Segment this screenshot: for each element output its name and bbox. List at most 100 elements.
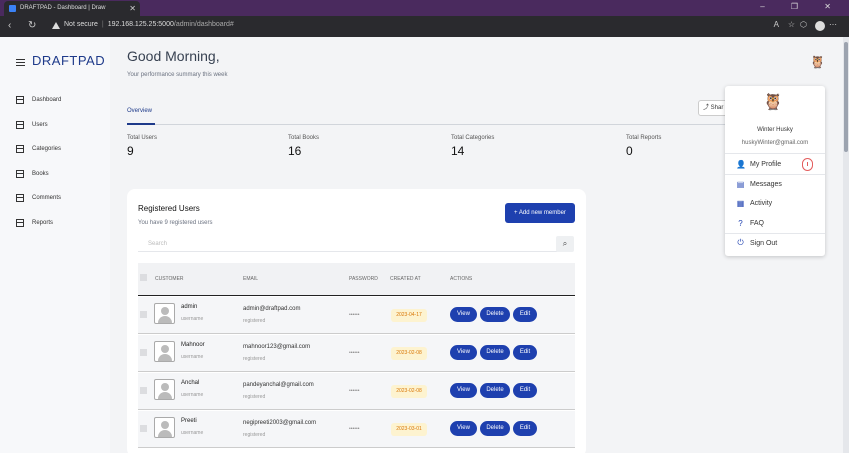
delete-button[interactable]: Delete bbox=[480, 345, 510, 360]
table-row: Preeti username negipreeti2003@gmail.com… bbox=[138, 411, 575, 448]
menu-item-my-profile[interactable]: 👤 My Profile bbox=[736, 158, 781, 170]
read-aloud-icon[interactable]: A bbox=[774, 20, 789, 29]
back-icon[interactable]: ‹ bbox=[8, 20, 11, 31]
sidebar-item-label: Comments bbox=[32, 195, 62, 201]
reports-icon bbox=[16, 219, 24, 227]
owl-avatar-icon: 🦉 bbox=[763, 94, 783, 111]
share-label: Shar bbox=[710, 105, 724, 111]
menu-item-faq[interactable]: ? FAQ bbox=[736, 217, 764, 229]
column-header: CREATED AT bbox=[390, 276, 421, 282]
divider bbox=[725, 174, 825, 175]
menu-item-label: Sign Out bbox=[750, 239, 778, 247]
sidebar-item-books[interactable]: Books bbox=[16, 168, 49, 180]
row-name: Preeti bbox=[181, 418, 197, 424]
edit-button[interactable]: Edit bbox=[513, 307, 537, 322]
dashboard-icon bbox=[16, 96, 24, 104]
sidebar-item-reports[interactable]: Reports bbox=[16, 217, 53, 229]
delete-button[interactable]: Delete bbox=[480, 383, 510, 398]
brand-logo[interactable]: DRAFTPAD bbox=[32, 53, 105, 68]
sidebar-item-dashboard[interactable]: Dashboard bbox=[16, 94, 61, 106]
table-row: Mahnoor username mahnoor123@gmail.com re… bbox=[138, 335, 575, 372]
message-icon: ▤ bbox=[736, 179, 745, 189]
row-password: •••••• bbox=[349, 350, 360, 356]
card-subtitle: You have 9 registered users bbox=[138, 220, 213, 226]
select-all-checkbox[interactable] bbox=[140, 274, 147, 281]
tab-overview[interactable]: Overview bbox=[127, 108, 152, 114]
stat-label: Total Categories bbox=[451, 135, 495, 141]
row-password: •••••• bbox=[349, 312, 360, 318]
browser-profile-icon[interactable] bbox=[815, 21, 825, 31]
menu-item-sign-out[interactable]: ⏻ Sign Out bbox=[736, 237, 777, 249]
row-username: username bbox=[181, 354, 204, 360]
row-checkbox[interactable] bbox=[140, 349, 147, 356]
stat-total-reports: Total Reports 0 bbox=[626, 135, 661, 158]
cursor-icon bbox=[802, 158, 813, 171]
row-status: registered bbox=[243, 318, 266, 324]
power-icon: ⏻ bbox=[737, 238, 744, 247]
favicon-icon bbox=[9, 5, 16, 12]
row-status: registered bbox=[243, 356, 266, 362]
url-field[interactable]: Not secure | 192.168.125.25:5000/admin/das… bbox=[64, 21, 234, 28]
add-member-button[interactable]: + Add new member bbox=[505, 203, 575, 223]
sidebar-item-label: Books bbox=[32, 171, 49, 177]
sidebar-item-comments[interactable]: Comments bbox=[16, 192, 61, 204]
row-checkbox[interactable] bbox=[140, 425, 147, 432]
browser-tab-bar: DRAFTPAD - Dashboard | Draw ✕ – ❐ ✕ bbox=[0, 0, 849, 16]
date-badge: 2023-03-01 bbox=[391, 423, 427, 436]
user-avatar-icon[interactable]: 🦉 bbox=[810, 55, 825, 69]
search-input[interactable]: Search bbox=[138, 236, 564, 252]
books-icon bbox=[16, 170, 24, 178]
comments-icon bbox=[16, 194, 24, 202]
row-username: username bbox=[181, 392, 204, 398]
delete-button[interactable]: Delete bbox=[480, 307, 510, 322]
tab-active-indicator bbox=[127, 123, 155, 125]
edit-button[interactable]: Edit bbox=[513, 421, 537, 436]
row-checkbox[interactable] bbox=[140, 311, 147, 318]
more-icon[interactable]: ⋯ bbox=[829, 20, 847, 29]
window-controls[interactable]: – ❐ ✕ bbox=[760, 2, 843, 11]
view-button[interactable]: View bbox=[450, 421, 477, 436]
search-icon[interactable]: ⌕ bbox=[556, 236, 574, 252]
scrollbar-thumb[interactable] bbox=[844, 42, 848, 152]
tab-divider bbox=[127, 124, 739, 125]
menu-item-messages[interactable]: ▤ Messages bbox=[736, 178, 782, 190]
card-title: Registered Users bbox=[138, 204, 200, 213]
delete-button[interactable]: Delete bbox=[480, 421, 510, 436]
stat-value: 16 bbox=[288, 144, 302, 158]
help-icon: ? bbox=[738, 218, 743, 228]
menu-item-label: Messages bbox=[750, 180, 782, 188]
browser-tab[interactable]: DRAFTPAD - Dashboard | Draw ✕ bbox=[4, 1, 140, 16]
sidebar-item-users[interactable]: Users bbox=[16, 119, 48, 131]
registered-users-card: Registered Users You have 9 registered u… bbox=[127, 189, 586, 453]
profile-email: huskyWinter@gmail.com bbox=[741, 140, 809, 146]
sidebar-item-label: Reports bbox=[32, 220, 54, 226]
column-header: EMAIL bbox=[243, 276, 259, 282]
divider bbox=[725, 233, 825, 234]
table-row: admin username admin@draftpad.com regist… bbox=[138, 297, 575, 334]
close-tab-icon[interactable]: ✕ bbox=[129, 1, 136, 16]
categories-icon bbox=[16, 145, 24, 153]
sidebar-item-categories[interactable]: Categories bbox=[16, 143, 61, 155]
address-bar: ‹ ↻ Not secure | 192.168.125.25:5000/admin… bbox=[0, 16, 849, 37]
row-name: Anchal bbox=[181, 380, 200, 386]
menu-item-activity[interactable]: ▦ Activity bbox=[736, 197, 772, 209]
user-icon: 👤 bbox=[736, 159, 746, 169]
row-name: Mahnoor bbox=[181, 342, 205, 348]
stat-label: Total Books bbox=[288, 135, 320, 141]
edit-button[interactable]: Edit bbox=[513, 383, 537, 398]
row-checkbox[interactable] bbox=[140, 387, 147, 394]
view-button[interactable]: View bbox=[450, 383, 477, 398]
page-subtitle: Your performance summary this week bbox=[127, 72, 228, 78]
menu-item-label: FAQ bbox=[750, 219, 765, 227]
row-email: negipreeti2003@gmail.com bbox=[243, 420, 317, 426]
view-button[interactable]: View bbox=[450, 345, 477, 360]
edit-button[interactable]: Edit bbox=[513, 345, 537, 360]
profile-dropdown: 🦉 Winter Husky huskyWinter@gmail.com 👤 M… bbox=[725, 86, 825, 256]
security-label: Not secure bbox=[64, 21, 98, 28]
menu-icon[interactable] bbox=[16, 59, 25, 68]
sidebar-item-label: Users bbox=[32, 122, 48, 128]
stat-total-users: Total Users 9 bbox=[127, 135, 157, 158]
view-button[interactable]: View bbox=[450, 307, 477, 322]
page-title: Good Morning, bbox=[127, 48, 220, 64]
reload-icon[interactable]: ↻ bbox=[28, 20, 36, 31]
